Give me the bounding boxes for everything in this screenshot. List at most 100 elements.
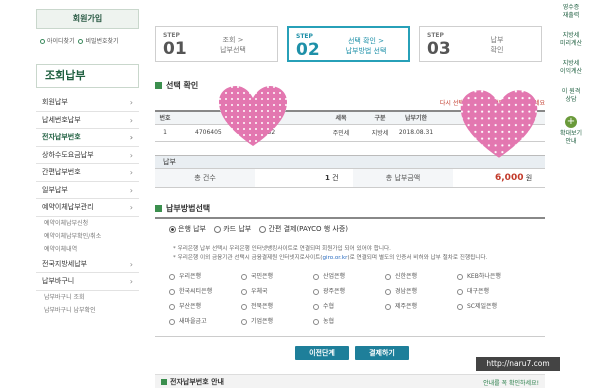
bullet-icon xyxy=(78,39,84,44)
bank-option[interactable]: 산업은행 xyxy=(313,271,345,280)
radio-icon xyxy=(169,318,175,325)
quick-item-tax-benefit[interactable]: 지방세 이익계산 xyxy=(553,60,589,76)
step-1: STEP 01 조회 > 납부선택 xyxy=(155,26,278,62)
sidebar-item-simple-payment-number[interactable]: 간편납부번호 › xyxy=(36,164,139,182)
sidebar-subitem[interactable]: 예약이체납부신청 xyxy=(36,217,139,230)
bank-option[interactable]: 우체국 xyxy=(241,286,268,295)
radio-icon xyxy=(169,273,175,280)
bank-option[interactable]: 제주은행 xyxy=(385,301,417,310)
left-sidebar: 회원가입 아이디찾기 비밀번호찾기 조회납부 회원납부 › 납세번호납부 › 전자납… xyxy=(36,0,139,391)
chevron-right-icon: › xyxy=(129,150,133,160)
radio-icon xyxy=(385,273,391,280)
bank-option[interactable]: 새마을금고 xyxy=(169,316,207,325)
step-2: STEP 02 선택 확인 > 납부방법 선택 xyxy=(287,26,410,62)
option-label: 카드 납부 xyxy=(223,225,252,233)
heart-sticker-icon xyxy=(219,86,287,146)
giro-link[interactable]: giro.or.kr xyxy=(322,255,347,261)
bullet-icon xyxy=(40,39,45,44)
bank-option[interactable]: 국민은행 xyxy=(241,271,273,280)
table-header: 번호 xyxy=(155,110,175,125)
quick-item-remote-support[interactable]: 이 원격 상담 xyxy=(553,88,589,104)
confirm-section-title: 선택 확인 xyxy=(155,80,198,91)
radio-icon xyxy=(169,288,175,295)
radio-icon xyxy=(241,288,247,295)
quick-menu: 영수증 재출력 지방세 미리계산 지방세 이익계산 이 원격 상담 + 확대보기 안내 xyxy=(553,0,589,152)
radio-icon xyxy=(457,303,463,310)
chevron-right-icon: › xyxy=(129,185,133,195)
radio-icon xyxy=(241,273,247,280)
info-bar: 전자납부번호 안내 안내를 꼭 확인하세요! xyxy=(155,374,545,388)
chevron-right-icon: › xyxy=(129,98,133,107)
heart-sticker-icon xyxy=(460,90,538,158)
quick-item-tax-calc[interactable]: 지방세 미리계산 xyxy=(553,32,589,48)
bank-option[interactable]: 광주은행 xyxy=(313,286,345,295)
bank-option[interactable]: 기업은행 xyxy=(241,316,273,325)
chevron-right-icon: › xyxy=(129,168,133,177)
radio-icon xyxy=(313,303,319,310)
sidebar-title: 조회납부 xyxy=(36,64,139,88)
bank-option[interactable]: 대구은행 xyxy=(457,286,489,295)
payment-method-box: 은행 납부 카드 납부 간편 결제(PAYCO 행 사증) * 우리은행 납부 … xyxy=(155,217,545,337)
option-label: 간편 결제(PAYCO 행 사증) xyxy=(268,225,348,233)
radio-icon xyxy=(385,288,391,295)
pay-button[interactable]: 결제하기 xyxy=(355,346,409,360)
info-link[interactable]: 안내를 꼭 확인하세요! xyxy=(483,378,539,387)
sidebar-menu: 회원납부 › 납세번호납부 › 전자납부번호 › 상하수도요금납부 › 간편납부번호 › … xyxy=(36,94,139,317)
radio-icon xyxy=(241,303,247,310)
bank-option[interactable]: KEB하나은행 xyxy=(457,271,501,280)
sidebar-item-nationwide-local-tax[interactable]: 전국지방세납부 › xyxy=(36,256,139,273)
sidebar-item-water-fee[interactable]: 상하수도요금납부 › xyxy=(36,147,139,164)
chevron-right-icon: › xyxy=(129,203,133,212)
section-bullet-icon xyxy=(161,379,167,385)
bank-option[interactable]: 경남은행 xyxy=(385,286,417,295)
note-line: * 우리은행 이외 금융기관 선택시 금융결제원 인터넷지로사이트(giro.o… xyxy=(173,255,488,261)
method-section-title: 납부방법선택 xyxy=(155,203,210,214)
sidebar-item-scheduled-transfer[interactable]: 예약이체납부관리 › xyxy=(36,199,139,217)
sidebar-item-payment-basket[interactable]: 납부바구니 › xyxy=(36,273,139,291)
sidebar-subitem[interactable]: 예약이체납부확인/취소 xyxy=(36,230,139,243)
radio-bank-payment[interactable] xyxy=(169,225,176,233)
bank-option[interactable]: 부산은행 xyxy=(169,301,201,310)
radio-icon xyxy=(313,318,319,325)
sidebar-subitem[interactable]: 납부바구니 조회 xyxy=(36,291,139,304)
find-pw-link[interactable]: 비밀번호찾기 xyxy=(85,38,118,45)
sidebar-subitem[interactable]: 예약이체내역 xyxy=(36,243,139,256)
sidebar-item-member-payment[interactable]: 회원납부 › xyxy=(36,94,139,112)
bank-option[interactable]: 농협 xyxy=(313,316,334,325)
find-id-link[interactable]: 아이디찾기 xyxy=(47,38,75,45)
radio-icon xyxy=(385,303,391,310)
bank-option[interactable]: 전북은행 xyxy=(241,301,273,310)
table-header: 납부기한 xyxy=(393,110,439,125)
radio-card-payment[interactable] xyxy=(214,225,222,233)
bank-option[interactable]: SC제일은행 xyxy=(457,301,497,310)
prev-step-button[interactable]: 이전단계 xyxy=(295,346,349,360)
quick-item-receipt[interactable]: 영수증 재출력 xyxy=(553,4,589,20)
quick-item-zoom[interactable]: + 확대보기 안내 xyxy=(553,116,589,146)
join-button[interactable]: 회원가입 xyxy=(36,9,139,29)
radio-icon xyxy=(169,303,175,310)
total-count-label: 총 건수 xyxy=(155,169,255,187)
bank-option[interactable]: 우리은행 xyxy=(169,271,201,280)
sidebar-item-electronic-payment-number[interactable]: 전자납부번호 › xyxy=(36,129,139,147)
radio-icon xyxy=(457,288,463,295)
note-line: * 우리은행 납부 선택시 우리은행 인터넷뱅킹사이트로 연결되며 회원가입 되… xyxy=(173,246,391,252)
plus-icon: + xyxy=(565,116,577,128)
section-bullet-icon xyxy=(155,82,162,89)
table-header: 세목 xyxy=(315,110,367,125)
radio-simple-payment[interactable] xyxy=(259,225,267,233)
chevron-right-icon: › xyxy=(129,277,133,286)
chevron-right-icon: › xyxy=(129,259,133,269)
chevron-right-icon: › xyxy=(129,133,133,142)
bank-option[interactable]: 한국씨티은행 xyxy=(169,286,212,295)
sidebar-item-tax-number-payment[interactable]: 납세번호납부 › xyxy=(36,112,139,129)
bank-option[interactable]: 신한은행 xyxy=(385,271,417,280)
payment-notes: * 우리은행 납부 선택시 우리은행 인터넷뱅킹사이트로 연결되며 회원가입 되… xyxy=(173,245,543,263)
watermark-url: http://naru7.com xyxy=(476,357,560,371)
section-bullet-icon xyxy=(155,205,162,212)
sidebar-item-partial-payment[interactable]: 일부납부 › xyxy=(36,182,139,199)
bank-option[interactable]: 수협 xyxy=(313,301,334,310)
sidebar-subitem[interactable]: 납부바구니 납부확인 xyxy=(36,304,139,317)
step-indicator: STEP 01 조회 > 납부선택 STEP 02 선택 확인 > 납부방법 선택 … xyxy=(155,26,545,62)
total-count-value: 1 xyxy=(325,174,330,182)
total-amount-value: 6,000 xyxy=(495,173,524,183)
